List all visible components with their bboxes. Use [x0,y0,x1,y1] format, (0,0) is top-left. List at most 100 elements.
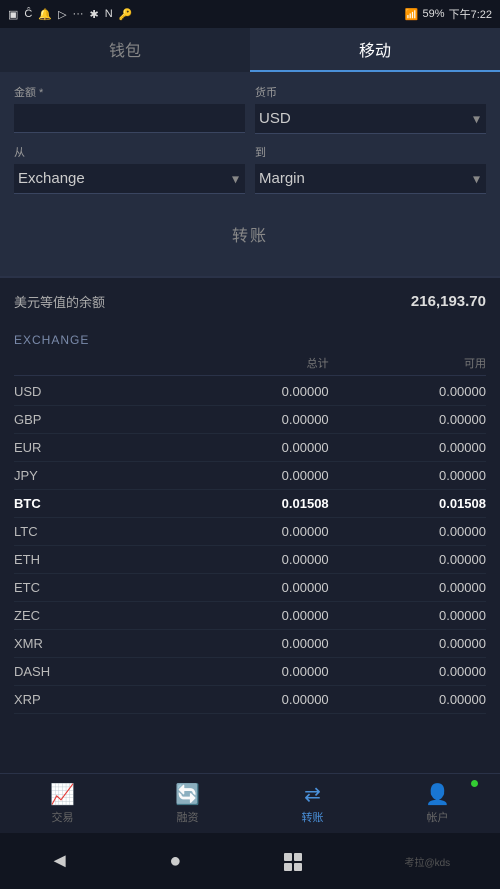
from-select[interactable]: Exchange Margin Funding [14,164,245,194]
fund-icon: 🔄 [175,782,200,807]
form-row-from-to: 从 Exchange Margin Funding 到 Margin Excha… [14,144,486,194]
key-icon: 🔑 [119,8,133,21]
nav-account[interactable]: 👤 帐户 [375,774,500,833]
nav-trade[interactable]: 📈 交易 [0,774,125,833]
menu-button[interactable] [281,848,305,875]
row-currency-name: EUR [14,440,171,455]
from-select-wrapper: Exchange Margin Funding [14,164,245,194]
col-header-available: 可用 [329,355,486,371]
currency-select[interactable]: USD EUR GBP BTC [255,104,486,134]
row-total: 0.01508 [171,496,328,511]
nfc-icon: N [105,8,113,20]
nav-transfer[interactable]: ⇄ 转账 [250,774,375,833]
row-currency-name: DASH [14,664,171,679]
table-row: ETH0.000000.00000 [14,546,486,574]
col-header-total: 总计 [171,355,328,371]
table-row: XRP0.000000.00000 [14,686,486,714]
play-icon: ▷ [58,8,66,21]
to-select[interactable]: Margin Exchange Funding [255,164,486,194]
bluetooth-icon: ✱ [90,8,99,21]
row-total: 0.00000 [171,524,328,539]
nav-fund[interactable]: 🔄 融资 [125,774,250,833]
row-total: 0.00000 [171,664,328,679]
row-currency-name: JPY [14,468,171,483]
account-icon: 👤 [425,782,450,807]
row-available: 0.01508 [329,496,486,511]
table-row: XMR0.000000.00000 [14,630,486,658]
form-area: 金额 * 货币 USD EUR GBP BTC 从 Exchange Margi… [0,72,500,276]
currency-select-wrapper: USD EUR GBP BTC [255,104,486,134]
amount-input[interactable] [14,104,245,133]
status-right: 📶 59% 下午7:22 [405,6,492,22]
row-available: 0.00000 [329,608,486,623]
row-currency-name: ETH [14,552,171,567]
row-currency-name: LTC [14,524,171,539]
tab-bar: 钱包 移动 [0,28,500,72]
table-row: LTC0.000000.00000 [14,518,486,546]
to-select-wrapper: Margin Exchange Funding [255,164,486,194]
app-icon-1: ▣ [8,8,18,21]
status-left: ▣ Ĉ 🔔 ▷ ··· ✱ N 🔑 [8,8,132,21]
currency-group: 货币 USD EUR GBP BTC [255,84,486,134]
tab-wallet[interactable]: 钱包 [0,28,250,72]
table-section: EXCHANGE 总计 可用 USD0.000000.00000GBP0.000… [0,317,500,786]
balance-value: 216,193.70 [411,293,486,310]
table-row: DASH0.000000.00000 [14,658,486,686]
row-available: 0.00000 [329,636,486,651]
home-button[interactable]: ● [169,850,181,873]
time-label: 下午7:22 [449,6,492,22]
table-row: USD0.000000.00000 [14,378,486,406]
balance-section: 美元等值的余额 216,193.70 [0,277,500,317]
row-available: 0.00000 [329,692,486,707]
balance-row: 美元等值的余额 216,193.70 [14,292,486,311]
row-available: 0.00000 [329,524,486,539]
account-label: 帐户 [427,809,449,825]
table-row: JPY0.000000.00000 [14,462,486,490]
row-available: 0.00000 [329,412,486,427]
row-available: 0.00000 [329,552,486,567]
bottom-nav: 📈 交易 🔄 融资 ⇄ 转账 👤 帐户 [0,773,500,833]
row-total: 0.00000 [171,580,328,595]
to-group: 到 Margin Exchange Funding [255,144,486,194]
row-available: 0.00000 [329,664,486,679]
row-currency-name: ETC [14,580,171,595]
row-total: 0.00000 [171,636,328,651]
more-icon: ··· [73,8,84,20]
transfer-icon: ⇄ [304,782,321,807]
table-section-label: EXCHANGE [14,325,486,351]
row-available: 0.00000 [329,580,486,595]
row-currency-name: GBP [14,412,171,427]
table-row: EUR0.000000.00000 [14,434,486,462]
back-button[interactable]: ◄ [50,850,70,873]
row-currency-name: USD [14,384,171,399]
table-row: ETC0.000000.00000 [14,574,486,602]
battery-label: 59% [423,8,445,20]
tab-transfer[interactable]: 移动 [250,28,500,72]
table-header: 总计 可用 [14,351,486,376]
row-total: 0.00000 [171,552,328,567]
status-bar: ▣ Ĉ 🔔 ▷ ··· ✱ N 🔑 📶 59% 下午7:22 [0,0,500,28]
amount-group: 金额 * [14,84,245,134]
row-total: 0.00000 [171,412,328,427]
table-row: GBP0.000000.00000 [14,406,486,434]
to-label: 到 [255,144,486,160]
col-header-name [14,355,171,371]
balance-label: 美元等值的余额 [14,292,105,311]
trade-icon: 📈 [50,782,75,807]
account-status-dot [471,780,478,787]
table-row: BTC0.015080.01508 [14,490,486,518]
row-currency-name: ZEC [14,608,171,623]
watermark: 考拉@kds [404,854,450,869]
from-group: 从 Exchange Margin Funding [14,144,245,194]
row-available: 0.00000 [329,468,486,483]
transfer-button[interactable]: 转账 [14,208,486,260]
form-row-amount-currency: 金额 * 货币 USD EUR GBP BTC [14,84,486,134]
transfer-nav-label: 转账 [302,809,324,825]
table-body: USD0.000000.00000GBP0.000000.00000EUR0.0… [14,378,486,714]
amount-label: 金额 * [14,84,245,100]
row-total: 0.00000 [171,384,328,399]
row-currency-name: XMR [14,636,171,651]
system-nav: ◄ ● 考拉@kds [0,833,500,889]
row-total: 0.00000 [171,692,328,707]
row-total: 0.00000 [171,440,328,455]
